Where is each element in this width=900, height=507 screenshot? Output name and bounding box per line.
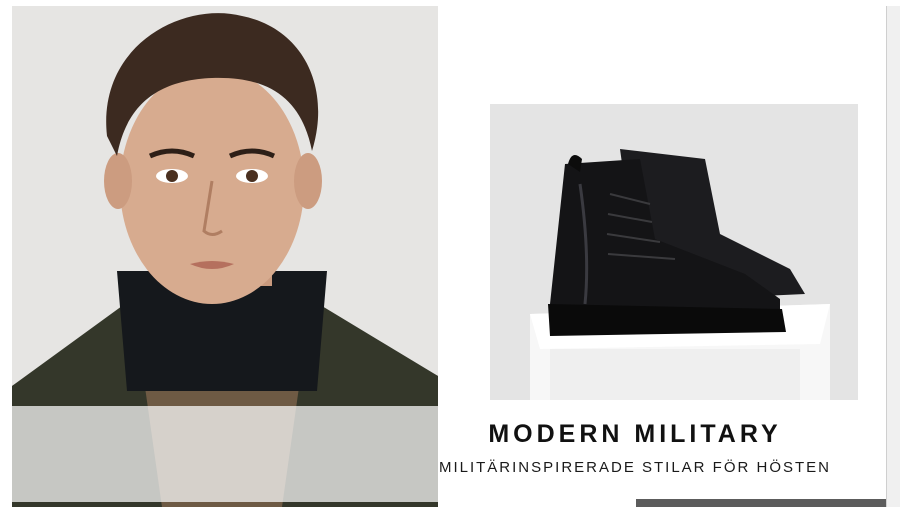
hero-banner[interactable]: MODERN MILITARY MILITÄRINSPIRERADE STILA… [0, 0, 900, 507]
side-edge [886, 6, 900, 507]
carousel-indicator[interactable] [636, 499, 886, 507]
banner-title[interactable]: MODERN MILITARY [400, 420, 870, 449]
banner-subtitle[interactable]: MILITÄRINSPIRERADE STILAR FÖR HÖSTEN [400, 459, 870, 476]
product-photo[interactable] [490, 104, 858, 400]
